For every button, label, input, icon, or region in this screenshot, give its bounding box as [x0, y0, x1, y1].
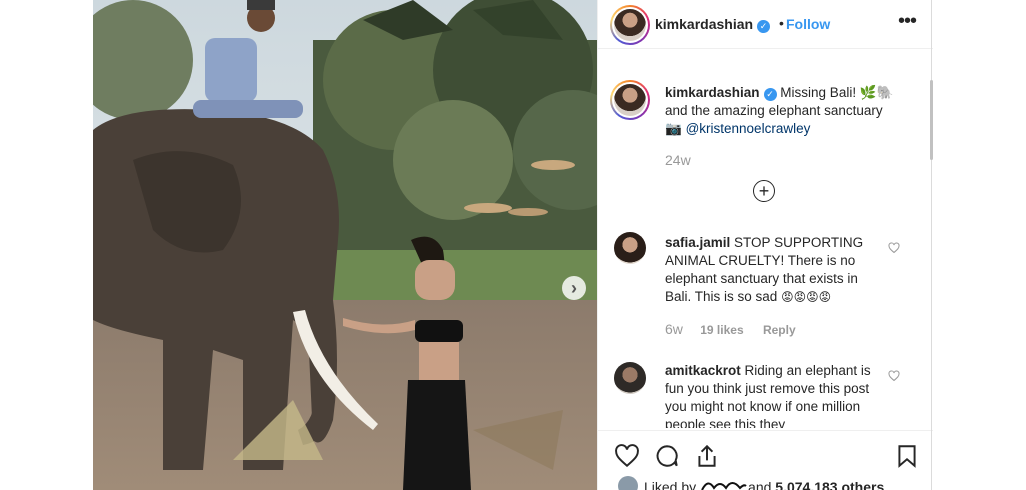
liked-by-suffix: and [748, 479, 776, 490]
plus-icon: + [758, 181, 770, 201]
caption-time[interactable]: 24w [665, 152, 691, 168]
author-username[interactable]: kimkardashian ✓ [655, 16, 771, 33]
panel-border [931, 0, 932, 490]
caption-avatar[interactable] [610, 80, 650, 120]
commenter-avatar[interactable] [614, 232, 646, 264]
verified-badge-icon: ✓ [757, 20, 771, 33]
photo-image [93, 0, 597, 490]
comments-scrollbar[interactable] [930, 80, 933, 160]
chevron-right-icon: › [571, 278, 577, 298]
post-photo[interactable] [93, 0, 597, 490]
verified-badge-icon: ✓ [763, 88, 777, 101]
comment-likes[interactable]: 19 likes [700, 323, 743, 337]
caption-author[interactable]: kimkardashian [665, 85, 760, 100]
post-sidebar: kimkardashian ✓ • Follow ••• kimkardashia… [597, 0, 933, 490]
commenter-avatar[interactable] [614, 362, 646, 394]
comment-icon[interactable] [654, 443, 680, 469]
share-icon[interactable] [694, 443, 720, 469]
follow-button[interactable]: Follow [786, 16, 830, 32]
comment-time[interactable]: 6w [665, 321, 683, 337]
comment-author[interactable]: safia.jamil [665, 235, 730, 250]
liker-avatar[interactable] [618, 476, 638, 490]
comment: safia.jamil STOP SUPPORTING ANIMAL CRUEL… [665, 234, 875, 306]
liked-by-prefix: Liked by [644, 479, 701, 490]
angry-emoji: 😡😡😡😡 [781, 290, 832, 304]
comment-author[interactable]: amitkackrot [665, 363, 741, 378]
post-header: kimkardashian ✓ • Follow ••• [598, 0, 933, 49]
caption-meta: 24w [665, 152, 705, 168]
next-photo-button[interactable]: › [562, 276, 586, 300]
bookmark-icon[interactable] [894, 443, 920, 469]
separator-dot: • [779, 15, 784, 31]
author-username-text[interactable]: kimkardashian [655, 16, 753, 32]
likes-count[interactable]: 5,074,183 others [775, 479, 884, 490]
comment-like-heart-icon[interactable] [888, 242, 900, 254]
caption-text: Missing Bali! 🌿🐘 [776, 85, 894, 100]
liker-name-scribble[interactable] [700, 478, 748, 490]
camera-icon: 📷 [665, 121, 682, 136]
load-more-comments-button[interactable]: + [753, 180, 775, 202]
author-avatar[interactable] [610, 5, 650, 45]
caption: kimkardashian ✓ Missing Bali! 🌿🐘 and the … [665, 84, 915, 138]
comment: amitkackrot Riding an elephant is fun yo… [665, 362, 875, 428]
liked-by-line: Liked by and 5,074,183 others [644, 478, 884, 490]
comment-like-heart-icon[interactable] [888, 370, 900, 382]
caption-text-2: and the amazing elephant sanctuary [665, 103, 883, 118]
reply-button[interactable]: Reply [763, 323, 796, 337]
heart-icon[interactable] [614, 443, 640, 469]
comment-meta: 6w 19 likes Reply [665, 321, 812, 337]
more-options-icon[interactable]: ••• [898, 10, 917, 33]
mention-link[interactable]: @kristennoelcrawley [686, 121, 811, 136]
